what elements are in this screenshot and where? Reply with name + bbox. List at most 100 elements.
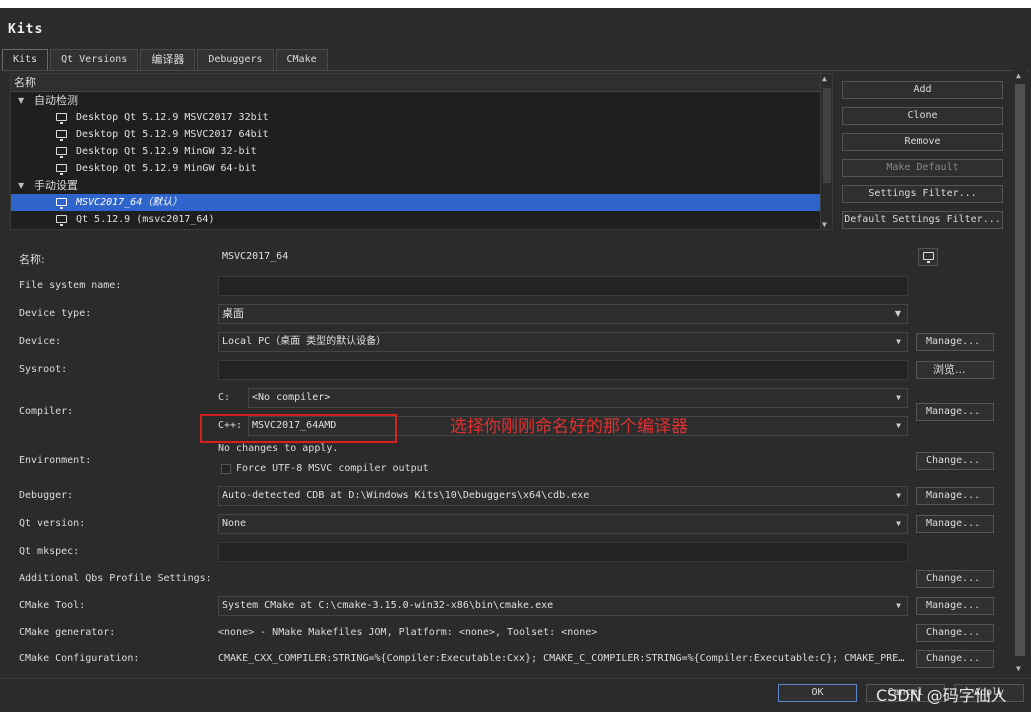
scrollbar-thumb[interactable] xyxy=(823,88,831,183)
cmake-configuration-change-button[interactable]: Change... xyxy=(916,650,994,668)
tab-bar: Kits Qt Versions 编译器 Debuggers CMake xyxy=(2,49,330,70)
device-select[interactable]: Local PC（桌面 类型的默认设备） ▼ xyxy=(218,332,908,352)
tree-header-name: 名称 xyxy=(11,74,832,92)
tab-cmake[interactable]: CMake xyxy=(275,49,328,70)
csdn-watermark: CSDN @码字仙人 xyxy=(876,686,1007,705)
chevron-down-icon: ▼ xyxy=(896,393,901,402)
qt-version-manage-button[interactable]: Manage... xyxy=(916,515,994,533)
cmake-generator-change-button[interactable]: Change... xyxy=(916,624,994,642)
chevron-down-icon: ▼ xyxy=(896,519,901,528)
tree-group-manual[interactable]: ▼ 手动设置 xyxy=(11,177,832,194)
default-settings-filter-button[interactable]: Default Settings Filter... xyxy=(842,211,1003,229)
tree-item-label: Desktop Qt 5.12.9 MinGW 64-bit xyxy=(76,163,257,174)
qt-version-label: Qt version: xyxy=(19,518,86,529)
qt-version-value: None xyxy=(222,518,247,529)
tree-item-kit[interactable]: Desktop Qt 5.12.9 MSVC2017 64bit xyxy=(11,126,832,143)
tree-item-kit[interactable]: Desktop Qt 5.12.9 MinGW 32-bit xyxy=(11,143,832,160)
cmake-configuration-label: CMake Configuration: xyxy=(19,653,140,664)
make-default-button[interactable]: Make Default xyxy=(842,159,1003,177)
cmake-generator-value: <none> - NMake Makefiles JOM, Platform: … xyxy=(218,627,598,638)
monitor-icon xyxy=(923,252,934,263)
cmake-generator-label: CMake generator: xyxy=(19,627,116,638)
page-scrollbar[interactable]: ▲ ▼ xyxy=(1013,70,1027,674)
file-system-name-field[interactable] xyxy=(218,276,908,296)
tree-item-label: Desktop Qt 5.12.9 MSVC2017 64bit xyxy=(76,129,269,140)
debugger-label: Debugger: xyxy=(19,490,74,501)
tab-debuggers[interactable]: Debuggers xyxy=(197,49,274,70)
monitor-icon xyxy=(56,215,67,226)
expand-arrow-icon[interactable]: ▼ xyxy=(18,92,24,109)
tab-compilers[interactable]: 编译器 xyxy=(140,49,196,70)
environment-change-button[interactable]: Change... xyxy=(916,452,994,470)
qt-version-select[interactable]: None ▼ xyxy=(218,514,908,534)
monitor-icon xyxy=(56,147,67,158)
qbs-profile-label: Additional Qbs Profile Settings: xyxy=(19,573,212,584)
debugger-select[interactable]: Auto-detected CDB at D:\Windows Kits\10\… xyxy=(218,486,908,506)
device-value: Local PC（桌面 类型的默认设备） xyxy=(222,336,387,347)
monitor-icon xyxy=(56,164,67,175)
device-type-label: Device type: xyxy=(19,308,92,319)
tree-item-kit[interactable]: Desktop Qt 5.12.9 MSVC2017 32bit xyxy=(11,109,832,126)
ok-button[interactable]: OK xyxy=(778,684,857,702)
chevron-down-icon: ▼ xyxy=(896,421,901,430)
scrollbar-thumb[interactable] xyxy=(1015,84,1025,656)
kits-tree[interactable]: 名称 ▼ 自动检测 Desktop Qt 5.12.9 MSVC2017 32b… xyxy=(10,73,833,230)
dialog-title: Kits xyxy=(8,22,44,37)
sysroot-label: Sysroot: xyxy=(19,364,68,375)
cmake-tool-select[interactable]: System CMake at C:\cmake-3.15.0-win32-x8… xyxy=(218,596,908,616)
browse-button[interactable]: 浏览... xyxy=(916,361,994,379)
tree-group-auto[interactable]: ▼ 自动检测 xyxy=(11,92,832,109)
tree-item-label: Qt 5.12.9 (msvc2017_64) xyxy=(76,214,215,225)
monitor-icon xyxy=(56,198,67,209)
cmake-tool-value: System CMake at C:\cmake-3.15.0-win32-x8… xyxy=(222,600,554,611)
file-system-name-label: File system name: xyxy=(19,280,122,291)
expand-arrow-icon[interactable]: ▼ xyxy=(18,177,24,194)
settings-filter-button[interactable]: Settings Filter... xyxy=(842,185,1003,203)
tree-item-label: MSVC2017_64（默认） xyxy=(76,197,183,208)
scroll-down-icon[interactable]: ▼ xyxy=(1016,664,1021,673)
device-label: Device: xyxy=(19,336,62,347)
debugger-manage-button[interactable]: Manage... xyxy=(916,487,994,505)
monitor-icon xyxy=(56,113,67,124)
qt-mkspec-field[interactable] xyxy=(218,542,908,562)
tree-item-kit-selected[interactable]: MSVC2017_64（默认） xyxy=(11,194,832,211)
chevron-down-icon: ▼ xyxy=(894,309,901,318)
remove-button[interactable]: Remove xyxy=(842,133,1003,151)
force-utf8-checkbox[interactable] xyxy=(221,464,231,474)
scroll-up-icon[interactable]: ▲ xyxy=(1016,71,1021,80)
monitor-icon xyxy=(56,130,67,141)
annotation-text: 选择你刚刚命名好的那个编译器 xyxy=(450,417,688,437)
tab-qt-versions[interactable]: Qt Versions xyxy=(50,49,139,70)
scroll-down-icon[interactable]: ▼ xyxy=(822,220,827,229)
cmake-tool-manage-button[interactable]: Manage... xyxy=(916,597,994,615)
tab-kits[interactable]: Kits xyxy=(2,49,49,70)
highlight-box xyxy=(200,414,397,443)
chevron-down-icon: ▼ xyxy=(896,601,901,610)
compiler-label: Compiler: xyxy=(19,406,74,417)
tree-item-label: Desktop Qt 5.12.9 MSVC2017 32bit xyxy=(76,112,269,123)
tree-item-kit[interactable]: Qt 5.12.9 (msvc2017_64) xyxy=(11,211,832,228)
tree-scrollbar[interactable]: ▲ ▼ xyxy=(820,74,832,229)
compiler-manage-button[interactable]: Manage... xyxy=(916,403,994,421)
environment-label: Environment: xyxy=(19,455,92,466)
force-utf8-label: Force UTF-8 MSVC compiler output xyxy=(236,463,429,474)
tree-item-label: Desktop Qt 5.12.9 MinGW 32-bit xyxy=(76,146,257,157)
scroll-up-icon[interactable]: ▲ xyxy=(822,74,827,83)
tab-divider xyxy=(2,70,1029,71)
name-label: 名称: xyxy=(19,253,45,266)
clone-button[interactable]: Clone xyxy=(842,107,1003,125)
device-type-select[interactable]: 桌面 ▼ xyxy=(218,304,908,324)
c-compiler-select[interactable]: <No compiler> ▼ xyxy=(248,388,908,408)
device-type-value: 桌面 xyxy=(222,307,244,320)
device-manage-button[interactable]: Manage... xyxy=(916,333,994,351)
qt-mkspec-label: Qt mkspec: xyxy=(19,546,80,557)
tree-item-kit[interactable]: Desktop Qt 5.12.9 MinGW 64-bit xyxy=(11,160,832,177)
chevron-down-icon: ▼ xyxy=(896,491,901,500)
device-icon-button[interactable] xyxy=(918,248,938,266)
debugger-value: Auto-detected CDB at D:\Windows Kits\10\… xyxy=(222,490,590,501)
name-field[interactable]: MSVC2017_64 xyxy=(218,247,908,267)
sysroot-field[interactable] xyxy=(218,360,908,380)
add-button[interactable]: Add xyxy=(842,81,1003,99)
cmake-tool-label: CMake Tool: xyxy=(19,600,86,611)
qbs-change-button[interactable]: Change... xyxy=(916,570,994,588)
